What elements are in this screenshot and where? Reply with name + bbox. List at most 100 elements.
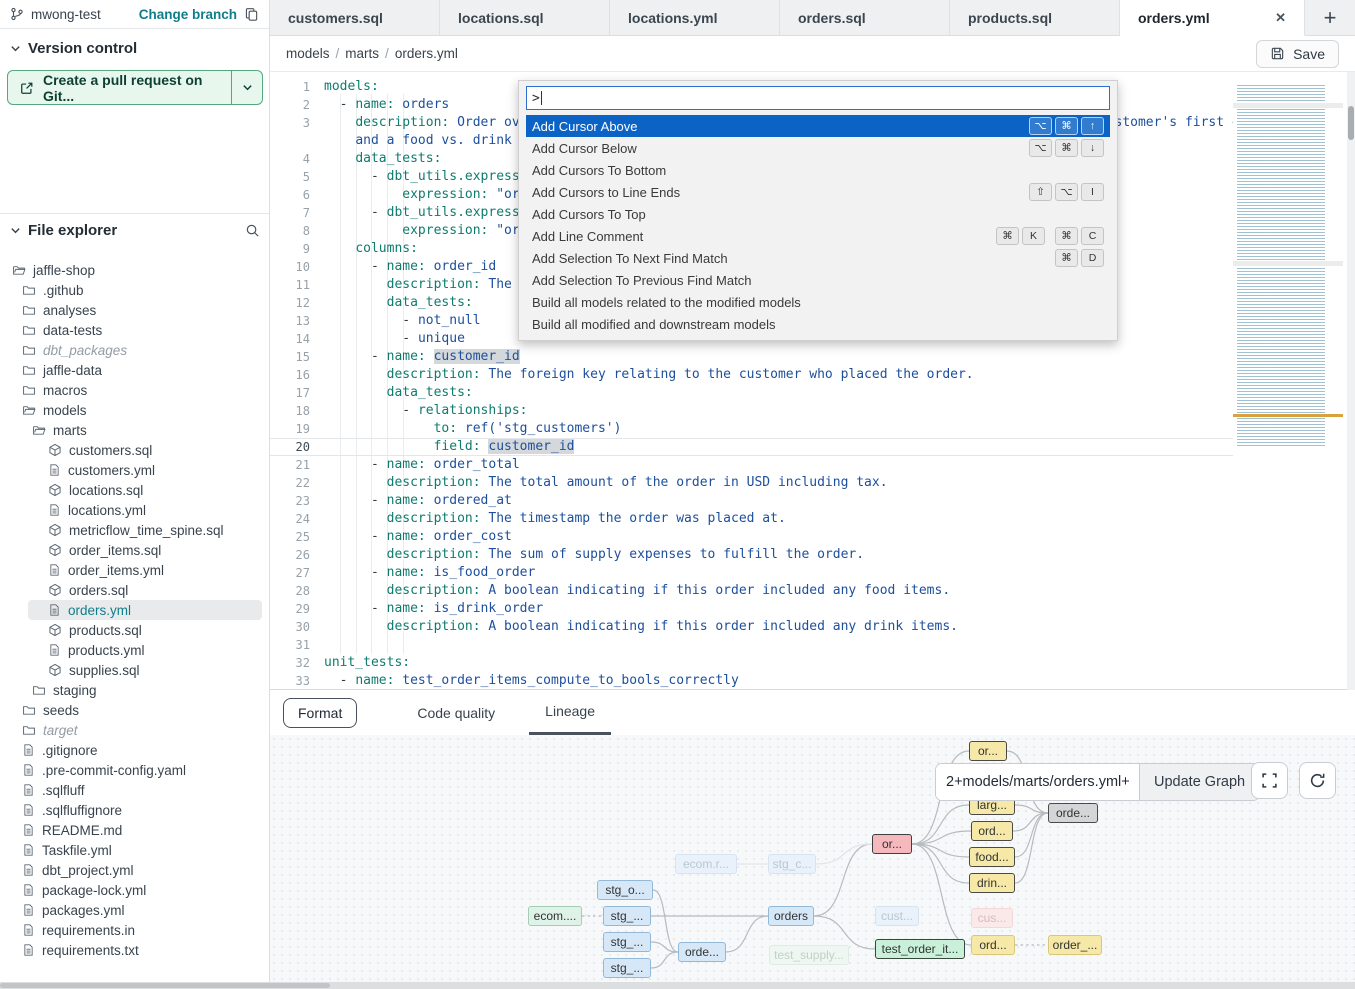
refresh-button[interactable] bbox=[1299, 762, 1336, 799]
lineage-node[interactable]: test_order_it... bbox=[875, 939, 965, 959]
tree-item-target[interactable]: target bbox=[0, 720, 270, 740]
tree-item-package-lock.yml[interactable]: package-lock.yml bbox=[0, 880, 270, 900]
tree-item-metricflow_time_spine.sql[interactable]: metricflow_time_spine.sql bbox=[0, 520, 270, 540]
add-tab-button[interactable]: + bbox=[1305, 0, 1355, 35]
command-item[interactable]: Add Cursors to Line Ends⇧⌥I bbox=[526, 181, 1110, 203]
lineage-node[interactable]: order_... bbox=[1048, 935, 1102, 955]
tree-item-packages.yml[interactable]: packages.yml bbox=[0, 900, 270, 920]
tree-item-jaffle-shop[interactable]: jaffle-shop bbox=[0, 260, 270, 280]
save-button[interactable]: Save bbox=[1256, 40, 1339, 68]
tree-item-marts[interactable]: marts bbox=[0, 420, 270, 440]
tree-item-requirements.in[interactable]: requirements.in bbox=[0, 920, 270, 940]
command-item[interactable]: Add Line Comment⌘K⌘C bbox=[526, 225, 1110, 247]
tree-item-dbt_packages[interactable]: dbt_packages bbox=[0, 340, 270, 360]
command-item[interactable]: Add Cursors To Top bbox=[526, 203, 1110, 225]
file-explorer-header[interactable]: File explorer bbox=[10, 222, 260, 239]
command-item[interactable]: Add Selection To Next Find Match⌘D bbox=[526, 247, 1110, 269]
command-palette-input[interactable]: > bbox=[526, 86, 1110, 110]
command-item[interactable]: Build all models related to the modified… bbox=[526, 291, 1110, 313]
tree-item-.pre-commit-config.yaml[interactable]: .pre-commit-config.yaml bbox=[0, 760, 270, 780]
tree-item-locations.yml[interactable]: locations.yml bbox=[0, 500, 270, 520]
tree-item-.github[interactable]: .github bbox=[0, 280, 270, 300]
tree-item-.sqlfluff[interactable]: .sqlfluff bbox=[0, 780, 270, 800]
tree-item-requirements.txt[interactable]: requirements.txt bbox=[0, 940, 270, 960]
lineage-node[interactable]: food... bbox=[969, 847, 1015, 867]
command-item[interactable]: Build all modified and downstream models bbox=[526, 313, 1110, 335]
tree-item-order_items.yml[interactable]: order_items.yml bbox=[0, 560, 270, 580]
tree-item-.gitignore[interactable]: .gitignore bbox=[0, 740, 270, 760]
minimap[interactable] bbox=[1233, 85, 1343, 447]
version-control-header[interactable]: Version control bbox=[10, 40, 137, 57]
lineage-node[interactable]: ecom.... bbox=[528, 906, 582, 926]
tree-item-staging[interactable]: staging bbox=[0, 680, 270, 700]
lineage-node[interactable]: stg_... bbox=[603, 906, 651, 926]
lineage-node[interactable]: stg_... bbox=[603, 958, 651, 978]
tree-item-dbt_project.yml[interactable]: dbt_project.yml bbox=[0, 860, 270, 880]
tree-item-orders.sql[interactable]: orders.sql bbox=[0, 580, 270, 600]
tree-item-label: package-lock.yml bbox=[42, 883, 146, 898]
tree-item-jaffle-data[interactable]: jaffle-data bbox=[0, 360, 270, 380]
lineage-node[interactable]: orders bbox=[768, 906, 814, 926]
code-line: 27 - name: is_food_order bbox=[270, 564, 1233, 582]
tab-locations.sql[interactable]: locations.sql bbox=[440, 0, 610, 35]
tree-item-customers.yml[interactable]: customers.yml bbox=[0, 460, 270, 480]
tree-item-data-tests[interactable]: data-tests bbox=[0, 320, 270, 340]
tab-products.sql[interactable]: products.sql bbox=[950, 0, 1120, 35]
command-item[interactable]: Add Cursor Below⌥⌘↓ bbox=[526, 137, 1110, 159]
editor-scrollbar[interactable] bbox=[1347, 72, 1355, 690]
lineage-selector-input[interactable] bbox=[936, 764, 1139, 800]
command-item[interactable]: Add Selection To Previous Find Match bbox=[526, 269, 1110, 291]
tree-item-seeds[interactable]: seeds bbox=[0, 700, 270, 720]
folder-icon bbox=[22, 723, 36, 737]
command-item[interactable]: Add Cursor Above⌥⌘↑ bbox=[526, 115, 1110, 137]
tab-orders.yml[interactable]: orders.yml✕ bbox=[1120, 0, 1305, 36]
panel-tab-code-quality[interactable]: Code quality bbox=[401, 690, 511, 735]
copy-icon[interactable] bbox=[244, 7, 259, 22]
tree-item-supplies.sql[interactable]: supplies.sql bbox=[0, 660, 270, 680]
lineage-node[interactable]: ord... bbox=[971, 935, 1015, 955]
tree-item-macros[interactable]: macros bbox=[0, 380, 270, 400]
tree-item-customers.sql[interactable]: customers.sql bbox=[0, 440, 270, 460]
tab-customers.sql[interactable]: customers.sql bbox=[270, 0, 440, 35]
create-pull-request-button[interactable]: Create a pull request on Git... bbox=[7, 70, 263, 105]
line-number: 26 bbox=[270, 548, 310, 562]
tree-item-products.sql[interactable]: products.sql bbox=[0, 620, 270, 640]
tab-orders.sql[interactable]: orders.sql bbox=[780, 0, 950, 35]
lineage-node[interactable]: stg_o... bbox=[597, 880, 653, 900]
horizontal-scrollbar[interactable] bbox=[0, 982, 1355, 989]
lineage-node[interactable]: orde... bbox=[678, 942, 726, 962]
tree-item-.sqlfluffignore[interactable]: .sqlfluffignore bbox=[0, 800, 270, 820]
pr-button-dropdown[interactable] bbox=[231, 71, 262, 104]
lineage-node[interactable]: ord... bbox=[971, 821, 1013, 841]
tree-item-models[interactable]: models bbox=[0, 400, 270, 420]
lineage-node[interactable]: ecom.r... bbox=[675, 854, 737, 874]
format-button[interactable]: Format bbox=[283, 698, 357, 728]
tree-item-Taskfile.yml[interactable]: Taskfile.yml bbox=[0, 840, 270, 860]
lineage-node[interactable]: test_supply... bbox=[769, 945, 849, 965]
lineage-node[interactable]: or... bbox=[969, 741, 1007, 761]
tab-locations.yml[interactable]: locations.yml bbox=[610, 0, 780, 35]
lineage-canvas[interactable]: Update Graph ecom.r... stg_c... stg_o...ec… bbox=[270, 735, 1355, 982]
tree-item-orders.yml[interactable]: orders.yml bbox=[28, 600, 262, 620]
lineage-node[interactable]: stg_... bbox=[603, 932, 651, 952]
tree-item-products.yml[interactable]: products.yml bbox=[0, 640, 270, 660]
panel-tab-lineage[interactable]: Lineage bbox=[529, 690, 611, 735]
lineage-node[interactable]: drin... bbox=[969, 873, 1015, 893]
search-icon[interactable] bbox=[245, 223, 260, 238]
lineage-node[interactable]: or... bbox=[872, 834, 912, 854]
tree-item-order_items.sql[interactable]: order_items.sql bbox=[0, 540, 270, 560]
lineage-node[interactable]: cus... bbox=[971, 908, 1013, 928]
line-number: 2 bbox=[270, 98, 310, 112]
change-branch-link[interactable]: Change branch bbox=[139, 7, 237, 22]
file-icon bbox=[48, 643, 61, 657]
command-item[interactable]: Add Cursors To Bottom bbox=[526, 159, 1110, 181]
tree-item-analyses[interactable]: analyses bbox=[0, 300, 270, 320]
tree-item-locations.sql[interactable]: locations.sql bbox=[0, 480, 270, 500]
lineage-node[interactable]: stg_c... bbox=[768, 854, 816, 874]
update-graph-button[interactable]: Update Graph bbox=[1139, 764, 1259, 800]
lineage-node[interactable]: orde... bbox=[1048, 803, 1098, 823]
tree-item-README.md[interactable]: README.md bbox=[0, 820, 270, 840]
fullscreen-button[interactable] bbox=[1251, 762, 1288, 799]
close-tab-icon[interactable]: ✕ bbox=[1251, 10, 1286, 26]
lineage-node[interactable]: cust... bbox=[875, 906, 919, 926]
